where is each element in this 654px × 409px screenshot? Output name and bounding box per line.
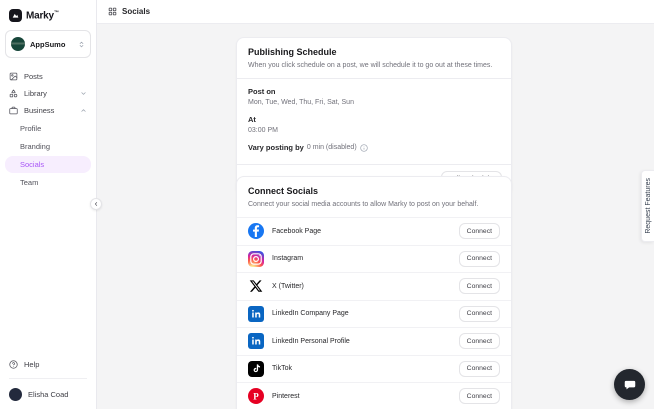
social-name: Facebook Page [272, 227, 322, 235]
workspace-avatar [11, 37, 25, 51]
social-row-pinterest: P Pinterest Connect [237, 382, 511, 409]
chat-widget-button[interactable] [614, 369, 645, 400]
post-on-value: Mon, Tue, Wed, Thu, Fri, Sat, Sun [248, 99, 354, 107]
connect-pinterest-button[interactable]: Connect [458, 388, 500, 405]
social-name: X (Twitter) [272, 282, 304, 290]
vary-posting-value: 0 min (disabled) [306, 144, 357, 152]
sidebar-item-label: Library [24, 89, 47, 98]
sidebar-footer: Help Elisha Coad [0, 355, 96, 409]
card-subtitle: When you click schedule on a post, we wi… [248, 62, 493, 69]
help-label: Help [24, 360, 40, 369]
sidebar-item-branding[interactable]: Branding [5, 138, 91, 155]
user-avatar [9, 388, 22, 401]
publishing-schedule-body: Post on Mon, Tue, Wed, Thu, Fri, Sat, Su… [237, 79, 511, 164]
social-row-instagram: Instagram Connect [237, 244, 511, 273]
linkedin-icon [248, 305, 264, 322]
instagram-icon [248, 250, 264, 267]
chat-bubble-icon [624, 380, 635, 389]
social-name: LinkedIn Personal Profile [272, 337, 350, 345]
marky-logo[interactable]: Marky™ [0, 0, 96, 29]
sidebar-item-socials[interactable]: Socials [5, 156, 91, 173]
workspace-selector[interactable]: AppSumo [5, 30, 91, 58]
connect-socials-card: Connect Socials Connect your social medi… [236, 176, 512, 409]
sidebar-item-business[interactable]: Business [5, 102, 91, 119]
social-row-facebook: Facebook Page Connect [237, 217, 511, 245]
logo-text: Marky™ [26, 9, 59, 22]
help-button[interactable]: Help [9, 355, 87, 379]
social-row-tiktok: TikTok Connect [237, 354, 511, 383]
trademark: ™ [53, 9, 59, 16]
social-name: Instagram [272, 255, 304, 263]
sidebar-item-profile[interactable]: Profile [5, 120, 91, 137]
library-shapes-icon [9, 89, 18, 98]
connect-x-twitter-button[interactable]: Connect [458, 278, 500, 295]
briefcase-icon [9, 106, 18, 115]
social-row-linkedin-personal: LinkedIn Personal Profile Connect [237, 327, 511, 355]
sidebar-item-posts[interactable]: Posts [5, 68, 91, 85]
post-on-field: Post on Mon, Tue, Wed, Thu, Fri, Sat, Su… [248, 87, 500, 106]
pinterest-icon: P [248, 388, 264, 405]
sidebar-subitem-label: Team [20, 178, 39, 187]
connect-facebook-button[interactable]: Connect [458, 223, 500, 240]
workspace-name: AppSumo [30, 39, 66, 49]
topbar: Socials [97, 0, 654, 24]
publishing-schedule-card: Publishing Schedule When you click sched… [236, 37, 512, 197]
sidebar-nav: Posts Library Business Profile Branding … [0, 64, 96, 192]
marky-logo-icon [9, 9, 22, 22]
card-title: Publishing Schedule [248, 47, 337, 57]
svg-text:P: P [253, 392, 259, 402]
sidebar-item-team[interactable]: Team [5, 174, 91, 191]
at-value: 03:00 PM [248, 127, 278, 135]
chevrons-up-down-icon [78, 35, 85, 53]
connect-socials-header: Connect Socials Connect your social medi… [237, 177, 511, 217]
chevron-up-icon [80, 107, 87, 114]
chevron-left-icon [94, 202, 98, 206]
page-title: Socials [122, 7, 151, 16]
sidebar-collapse-button[interactable] [90, 198, 102, 210]
connect-instagram-button[interactable]: Connect [458, 250, 500, 267]
help-circle-icon [9, 360, 18, 369]
socials-grid-icon [108, 7, 117, 16]
post-on-label: Post on [248, 87, 276, 97]
posts-icon [9, 72, 18, 81]
connect-linkedin-personal-button[interactable]: Connect [458, 333, 500, 350]
publishing-schedule-header: Publishing Schedule When you click sched… [237, 38, 511, 78]
social-row-x-twitter: X (Twitter) Connect [237, 272, 511, 300]
social-row-linkedin-company: LinkedIn Company Page Connect [237, 299, 511, 328]
sidebar: Marky™ AppSumo Posts Library Business Pr… [0, 0, 97, 409]
connect-tiktok-button[interactable]: Connect [458, 360, 500, 377]
social-name: LinkedIn Company Page [272, 310, 349, 318]
at-field: At 03:00 PM [248, 115, 500, 134]
user-menu[interactable]: Elisha Coad [9, 379, 87, 401]
sidebar-item-label: Business [24, 106, 55, 115]
vary-posting-label: Vary posting by [248, 143, 304, 153]
info-icon[interactable] [360, 143, 368, 152]
app-root: Marky™ AppSumo Posts Library Business Pr… [0, 0, 654, 409]
tiktok-icon [248, 360, 264, 377]
social-name: Pinterest [272, 392, 300, 400]
sidebar-item-label: Posts [24, 72, 43, 81]
request-features-label: Request Features [644, 178, 652, 234]
connect-linkedin-company-button[interactable]: Connect [458, 305, 500, 322]
social-name: TikTok [272, 365, 292, 373]
sidebar-subitem-label: Profile [20, 124, 42, 133]
at-label: At [248, 115, 256, 125]
sidebar-subitem-label: Socials [20, 160, 45, 169]
request-features-tab[interactable]: Request Features [641, 170, 654, 242]
vary-posting-field: Vary posting by 0 min (disabled) [248, 143, 500, 152]
chevron-down-icon [80, 90, 87, 97]
card-title: Connect Socials [248, 186, 319, 196]
main-content: Publishing Schedule When you click sched… [97, 24, 654, 409]
sidebar-subitem-label: Branding [20, 142, 51, 151]
facebook-icon [248, 223, 264, 240]
card-subtitle: Connect your social media accounts to al… [248, 201, 479, 208]
user-name: Elisha Coad [28, 390, 69, 399]
sidebar-item-library[interactable]: Library [5, 85, 91, 102]
x-twitter-icon [248, 278, 264, 294]
linkedin-icon [248, 333, 264, 350]
